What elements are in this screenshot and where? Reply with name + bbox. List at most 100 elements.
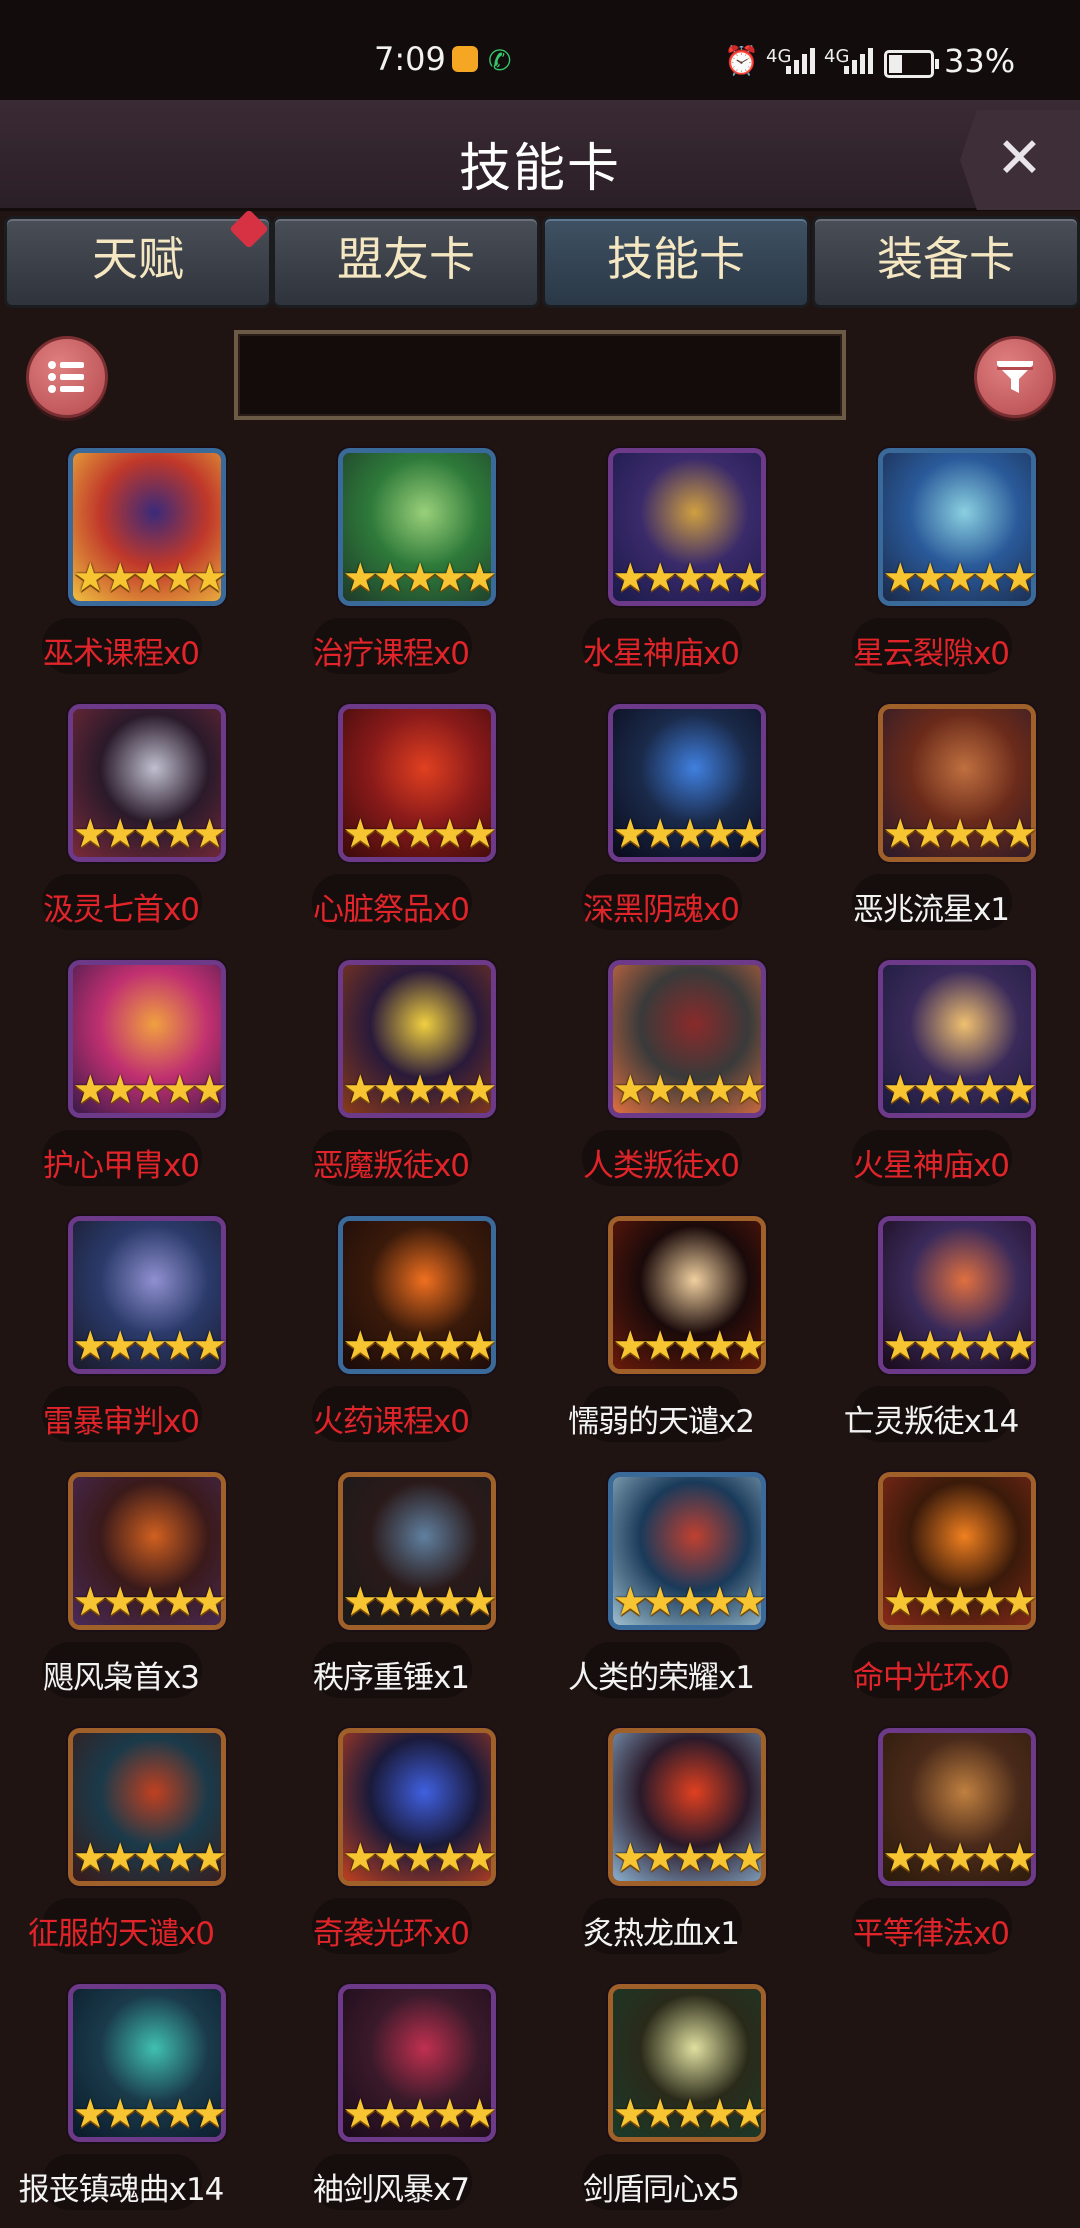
skill-card[interactable]: ★★★★★ 心脏祭品x0 [266,704,516,934]
star-rating: ★★★★★ [882,1067,1037,1113]
card-name: 深黑阴魂x0 [582,892,740,928]
card-name: 报丧镇魂曲x14 [18,2172,225,2208]
skill-card[interactable]: ★★★★★ 秩序重锤x1 [266,1472,516,1702]
card-name: 心脏祭品x0 [312,892,470,928]
tab-label: 天赋 [92,232,184,286]
star-rating: ★★★★★ [612,555,767,601]
notification-badge [229,209,269,249]
skill-card[interactable]: ★★★★★ 巫术课程x0 [0,448,246,678]
card-name: 恶魔叛徒x0 [312,1148,470,1184]
star-rating: ★★★★★ [882,811,1037,857]
star-rating: ★★★★★ [342,811,497,857]
star-rating: ★★★★★ [882,1579,1037,1625]
star-rating: ★★★★★ [72,1323,227,1369]
tab-label: 技能卡 [607,232,745,286]
star-rating: ★★★★★ [342,1835,497,1881]
skill-card[interactable]: ★★★★★ 命中光环x0 [806,1472,1056,1702]
star-rating: ★★★★★ [72,811,227,857]
card-name: 亡灵叛徒x14 [843,1404,1020,1440]
card-name: 巫术课程x0 [42,636,200,672]
skill-card[interactable]: ★★★★★ 飓风枭首x3 [0,1472,246,1702]
skill-card[interactable]: ★★★★★ 雷暴审判x0 [0,1216,246,1446]
card-name: 奇袭光环x0 [312,1916,470,1952]
card-name: 命中光环x0 [852,1660,1010,1696]
skill-card[interactable]: ★★★★★ 治疗课程x0 [266,448,516,678]
status-bar: 7:09 ✆ ⏰ 4G 4G 33% [0,0,1080,100]
star-rating: ★★★★★ [72,1067,227,1113]
status-time: 7:09 [374,40,446,78]
card-name: 星云裂隙x0 [852,636,1010,672]
skill-card[interactable]: ★★★★★ 汲灵七首x0 [0,704,246,934]
card-name: 飓风枭首x3 [42,1660,200,1696]
skill-card[interactable]: ★★★★★ 平等律法x0 [806,1728,1056,1958]
card-name: 火星神庙x0 [852,1148,1010,1184]
close-button[interactable]: ✕ [960,110,1080,210]
card-name: 袖剑风暴x7 [312,2172,470,2208]
card-name: 懦弱的天谴x2 [567,1404,755,1440]
star-rating: ★★★★★ [342,1067,497,1113]
star-rating: ★★★★★ [612,1579,767,1625]
card-name: 雷暴审判x0 [42,1404,200,1440]
filter-funnel-icon [997,361,1033,393]
tab-skill-cards[interactable]: 技能卡 [542,216,810,308]
title-bar: 技能卡 [0,100,1080,211]
star-rating: ★★★★★ [882,1835,1037,1881]
skill-card[interactable]: ★★★★★ 奇袭光环x0 [266,1728,516,1958]
category-tabs: 天赋 盟友卡 技能卡 装备卡 [0,209,1080,308]
skill-card[interactable]: ★★★★★ 护心甲胄x0 [0,960,246,1190]
skill-card[interactable]: ★★★★★ 恶兆流星x1 [806,704,1056,934]
skill-card[interactable]: ★★★★★ 剑盾同心x5 [536,1984,786,2214]
star-rating: ★★★★★ [612,2091,767,2137]
app-notification-icon [452,46,478,72]
card-name: 征服的天谴x0 [27,1916,215,1952]
skill-card[interactable]: ★★★★★ 报丧镇魂曲x14 [0,1984,246,2214]
battery-icon [884,50,939,78]
filter-button[interactable] [974,336,1056,418]
skill-card[interactable]: ★★★★★ 星云裂隙x0 [806,448,1056,678]
tab-label: 装备卡 [877,232,1015,286]
skill-card[interactable]: ★★★★★ 征服的天谴x0 [0,1728,246,1958]
skill-card[interactable]: ★★★★★ 恶魔叛徒x0 [266,960,516,1190]
star-rating: ★★★★★ [72,1835,227,1881]
star-rating: ★★★★★ [612,1067,767,1113]
tab-equipment-cards[interactable]: 装备卡 [812,216,1080,308]
alarm-icon: ⏰ [724,44,759,77]
tab-label: 盟友卡 [337,232,475,286]
star-rating: ★★★★★ [882,1323,1037,1369]
card-name: 炙热龙血x1 [582,1916,740,1952]
tab-ally-cards[interactable]: 盟友卡 [272,216,540,308]
star-rating: ★★★★★ [72,2091,227,2137]
card-name: 火药课程x0 [312,1404,470,1440]
signal-bars-icon [786,48,820,74]
card-name: 人类的荣耀x1 [567,1660,755,1696]
skill-card[interactable]: ★★★★★ 人类的荣耀x1 [536,1472,786,1702]
skill-card[interactable]: ★★★★★ 人类叛徒x0 [536,960,786,1190]
list-menu-icon [48,361,84,393]
card-name: 剑盾同心x5 [582,2172,740,2208]
skill-card[interactable]: ★★★★★ 袖剑风暴x7 [266,1984,516,2214]
phone-call-icon: ✆ [488,44,512,77]
signal-bars-icon-2 [844,48,878,74]
close-icon: ✕ [996,126,1043,191]
skill-card[interactable]: ★★★★★ 亡灵叛徒x14 [806,1216,1056,1446]
star-rating: ★★★★★ [882,555,1037,601]
card-name: 护心甲胄x0 [42,1148,200,1184]
search-input[interactable] [234,330,846,420]
skill-card[interactable]: ★★★★★ 火星神庙x0 [806,960,1056,1190]
skill-card[interactable]: ★★★★★ 水星神庙x0 [536,448,786,678]
skill-card[interactable]: ★★★★★ 火药课程x0 [266,1216,516,1446]
tab-talent[interactable]: 天赋 [4,209,272,308]
card-name: 水星神庙x0 [582,636,740,672]
skill-card[interactable]: ★★★★★ 炙热龙血x1 [536,1728,786,1958]
star-rating: ★★★★★ [612,811,767,857]
card-name: 汲灵七首x0 [42,892,200,928]
star-rating: ★★★★★ [342,555,497,601]
skill-card[interactable]: ★★★★★ 深黑阴魂x0 [536,704,786,934]
card-name: 人类叛徒x0 [582,1148,740,1184]
card-name: 治疗课程x0 [312,636,470,672]
star-rating: ★★★★★ [612,1835,767,1881]
card-name: 平等律法x0 [852,1916,1010,1952]
menu-button[interactable] [26,336,108,418]
card-name: 恶兆流星x1 [852,892,1010,928]
skill-card[interactable]: ★★★★★ 懦弱的天谴x2 [536,1216,786,1446]
